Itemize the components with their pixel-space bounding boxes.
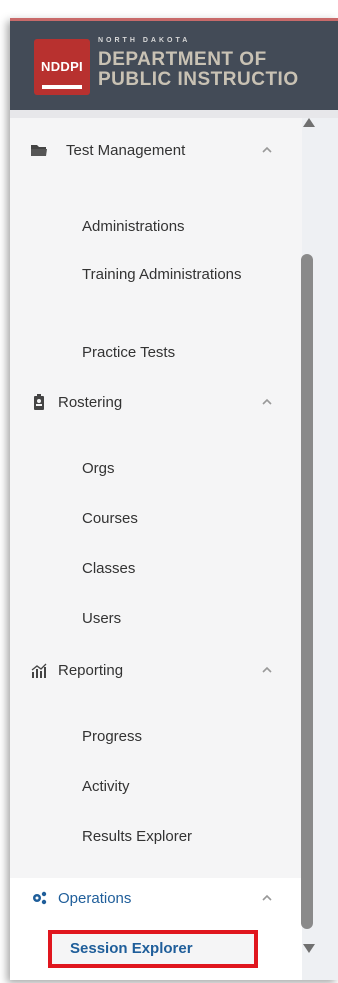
chevron-up-icon[interactable] — [260, 143, 274, 157]
menu-item-practice-tests[interactable]: Practice Tests — [82, 342, 175, 364]
menu-item-session-explorer[interactable]: Session Explorer — [48, 930, 258, 968]
menu-item-activity[interactable]: Activity — [82, 776, 130, 798]
section-operations[interactable]: Operations — [10, 878, 302, 918]
scrollbar-thumb[interactable] — [301, 254, 313, 929]
menu-item-label: Session Explorer — [70, 940, 193, 957]
logo-badge-text: NDDPI — [41, 59, 83, 74]
logo-title-line1: DEPARTMENT OF — [98, 49, 267, 70]
menu-item-orgs[interactable]: Orgs — [82, 458, 115, 480]
section-label: Operations — [58, 889, 132, 907]
nddpi-logo[interactable]: NDDPI — [34, 39, 90, 95]
app-header: NDDPI NORTH DAKOTA DEPARTMENT OF PUBLIC … — [10, 18, 338, 110]
scroll-down-arrow[interactable] — [303, 944, 315, 953]
menu-item-progress[interactable]: Progress — [82, 726, 142, 748]
nav-menu: Test Management Administrations Training… — [10, 118, 302, 980]
section-test-management[interactable]: Test Management — [10, 130, 302, 170]
section-rostering[interactable]: Rostering — [10, 382, 302, 422]
section-label: Reporting — [58, 661, 124, 679]
section-label: Rostering — [58, 393, 123, 411]
menu-item-training-administrations[interactable]: Training Administrations — [82, 264, 242, 286]
scroll-up-arrow[interactable] — [303, 118, 315, 127]
chart-icon — [31, 663, 47, 678]
section-reporting[interactable]: Reporting — [10, 650, 302, 690]
menu-item-courses[interactable]: Courses — [82, 508, 138, 530]
menu-item-administrations[interactable]: Administrations — [82, 216, 185, 238]
gears-icon — [33, 891, 47, 905]
menu-item-results-explorer[interactable]: Results Explorer — [82, 826, 192, 848]
chevron-up-icon[interactable] — [260, 395, 274, 409]
logo-title-line2: PUBLIC INSTRUCTIO — [98, 69, 299, 90]
chevron-up-icon[interactable] — [260, 663, 274, 677]
sidebar-panel: NDDPI NORTH DAKOTA DEPARTMENT OF PUBLIC … — [10, 18, 338, 980]
chevron-up-icon[interactable] — [260, 891, 274, 905]
section-label: Test Management — [66, 141, 186, 159]
menu-item-users[interactable]: Users — [82, 608, 121, 630]
header-divider — [10, 110, 338, 118]
logo-subtitle: NORTH DAKOTA — [98, 37, 191, 44]
id-badge-icon — [34, 394, 44, 410]
folder-icon — [31, 145, 47, 156]
menu-item-classes[interactable]: Classes — [82, 558, 135, 580]
